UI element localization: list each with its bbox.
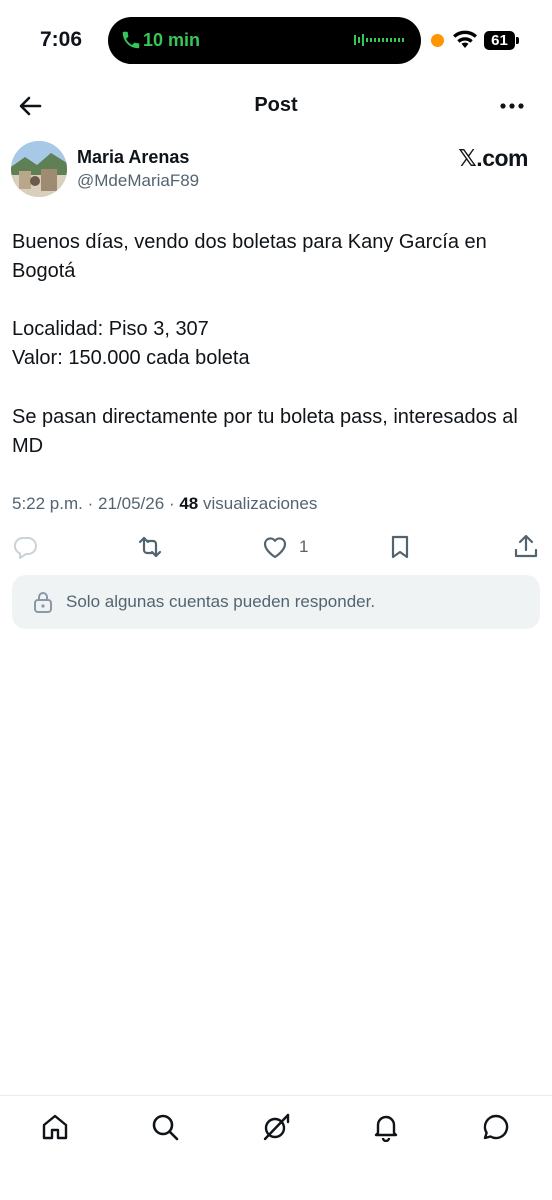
author-name[interactable]: Maria Arenas (77, 147, 189, 168)
audio-waveform-icon (354, 34, 404, 46)
status-time: 7:06 (40, 28, 83, 51)
x-com-logo: 𝕏.com (458, 145, 528, 171)
phone-icon (122, 31, 140, 49)
bottom-navigation (0, 1095, 552, 1200)
post-date: 21/05/26 (98, 494, 165, 513)
post-screen: 7:06 10 min 61 Post Maria Arenas @MdeMar… (0, 0, 552, 1200)
meta-separator: · (168, 494, 175, 513)
post-text-paragraph-3: Se pasan directamente por tu boleta pass… (12, 406, 518, 457)
reply-restriction-text: Solo algunas cuentas pueden responder. (66, 592, 376, 611)
views-label[interactable]: visualizaciones (203, 494, 317, 513)
views-count[interactable]: 48 (179, 494, 198, 513)
notifications-icon[interactable] (371, 1112, 401, 1142)
author-handle[interactable]: @MdeMariaF89 (77, 171, 199, 191)
page-title: Post (254, 94, 298, 116)
battery-level: 61 (491, 32, 508, 49)
reply-icon[interactable] (11, 533, 39, 561)
reply-restriction-banner: Solo algunas cuentas pueden responder. (12, 575, 540, 629)
dynamic-island-call[interactable]: 10 min (108, 17, 421, 64)
home-icon[interactable] (40, 1112, 70, 1142)
call-duration: 10 min (143, 30, 201, 50)
post-text-paragraph-1: Buenos días, vendo dos boletas para Kany… (12, 231, 487, 282)
share-icon[interactable] (512, 533, 540, 561)
avatar[interactable] (11, 141, 67, 197)
battery-indicator: 61 (484, 31, 519, 50)
bookmark-icon[interactable] (386, 533, 414, 561)
lock-icon (34, 592, 52, 613)
post-text-line-valor: Valor: 150.000 cada boleta (12, 347, 250, 369)
battery-tip (516, 37, 519, 44)
messages-icon[interactable] (481, 1112, 511, 1142)
wifi-icon (453, 30, 477, 48)
heart-icon[interactable] (261, 533, 289, 561)
more-horizontal-icon[interactable] (498, 94, 526, 118)
recording-indicator-icon (431, 34, 444, 47)
meta-separator: · (87, 494, 94, 513)
post-metadata: 5:22 p.m. · 21/05/26 · 48 visualizacione… (12, 494, 317, 514)
repost-icon[interactable] (136, 533, 164, 561)
like-count: 1 (299, 537, 309, 556)
post-text-line-localidad: Localidad: Piso 3, 307 (12, 318, 209, 340)
post-time: 5:22 p.m. (12, 494, 83, 513)
avatar-image (11, 141, 67, 197)
search-icon[interactable] (150, 1112, 180, 1142)
grok-icon[interactable] (261, 1112, 291, 1142)
